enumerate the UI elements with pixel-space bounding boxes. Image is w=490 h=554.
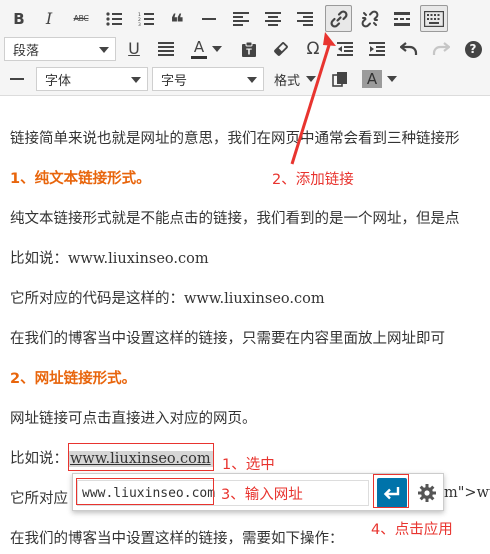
annotation-step-4: 4、点击应用: [371, 522, 453, 538]
annotation-arrow-line: [290, 41, 332, 165]
arrow-head-icon: [323, 32, 336, 46]
annotation-step-1: 1、选中: [222, 457, 275, 473]
annotation-step-2: 2、添加链接: [272, 172, 354, 188]
annotation-step-3: 3、输入网址: [221, 487, 303, 503]
